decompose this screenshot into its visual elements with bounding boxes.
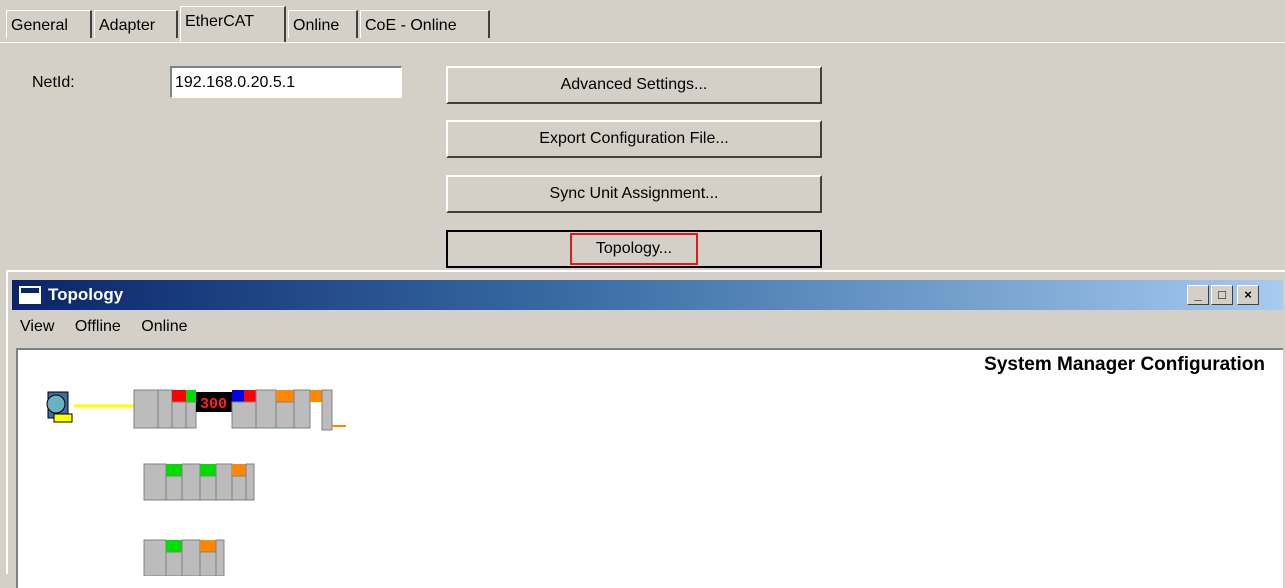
master-pc-icon[interactable]	[46, 391, 73, 423]
sync-unit-assignment-button[interactable]: Sync Unit Assignment...	[446, 175, 822, 213]
topology-diagram: 300	[46, 389, 346, 576]
tab-coe-online[interactable]: CoE - Online	[360, 10, 490, 38]
terminal-row-2[interactable]	[143, 463, 255, 501]
maximize-icon[interactable]: □	[1211, 285, 1233, 305]
topology-button-label: Topology...	[569, 233, 699, 265]
menu-online[interactable]: Online	[141, 318, 187, 335]
menu-offline[interactable]: Offline	[75, 318, 121, 335]
terminal-row-3[interactable]	[143, 539, 225, 576]
tab-adapter[interactable]: Adapter	[94, 10, 178, 38]
topology-window: Topology _ □ × View Offline Online Syste…	[6, 270, 1285, 588]
close-icon[interactable]: ×	[1237, 285, 1259, 305]
window-title: Topology	[48, 285, 124, 304]
topology-canvas: System Manager Configuration 300	[16, 348, 1283, 588]
minimize-icon[interactable]: _	[1187, 285, 1209, 305]
tab-ethercat[interactable]: EtherCAT	[180, 6, 286, 42]
tab-online[interactable]: Online	[288, 10, 358, 38]
topology-button[interactable]: Topology...	[446, 230, 822, 268]
netid-field[interactable]	[170, 66, 402, 98]
terminal-row-1[interactable]: 300	[133, 389, 346, 431]
export-configuration-button[interactable]: Export Configuration File...	[446, 120, 822, 158]
tab-general[interactable]: General	[6, 10, 92, 38]
window-icon	[18, 285, 42, 305]
menu-bar: View Offline Online	[20, 318, 204, 342]
tab-divider	[0, 42, 1285, 43]
advanced-settings-button[interactable]: Advanced Settings...	[446, 66, 822, 104]
menu-view[interactable]: View	[20, 318, 54, 335]
topology-titlebar[interactable]: Topology _ □ ×	[12, 280, 1283, 310]
netid-label: NetId:	[32, 74, 75, 91]
terminal-display: 300	[200, 396, 227, 413]
